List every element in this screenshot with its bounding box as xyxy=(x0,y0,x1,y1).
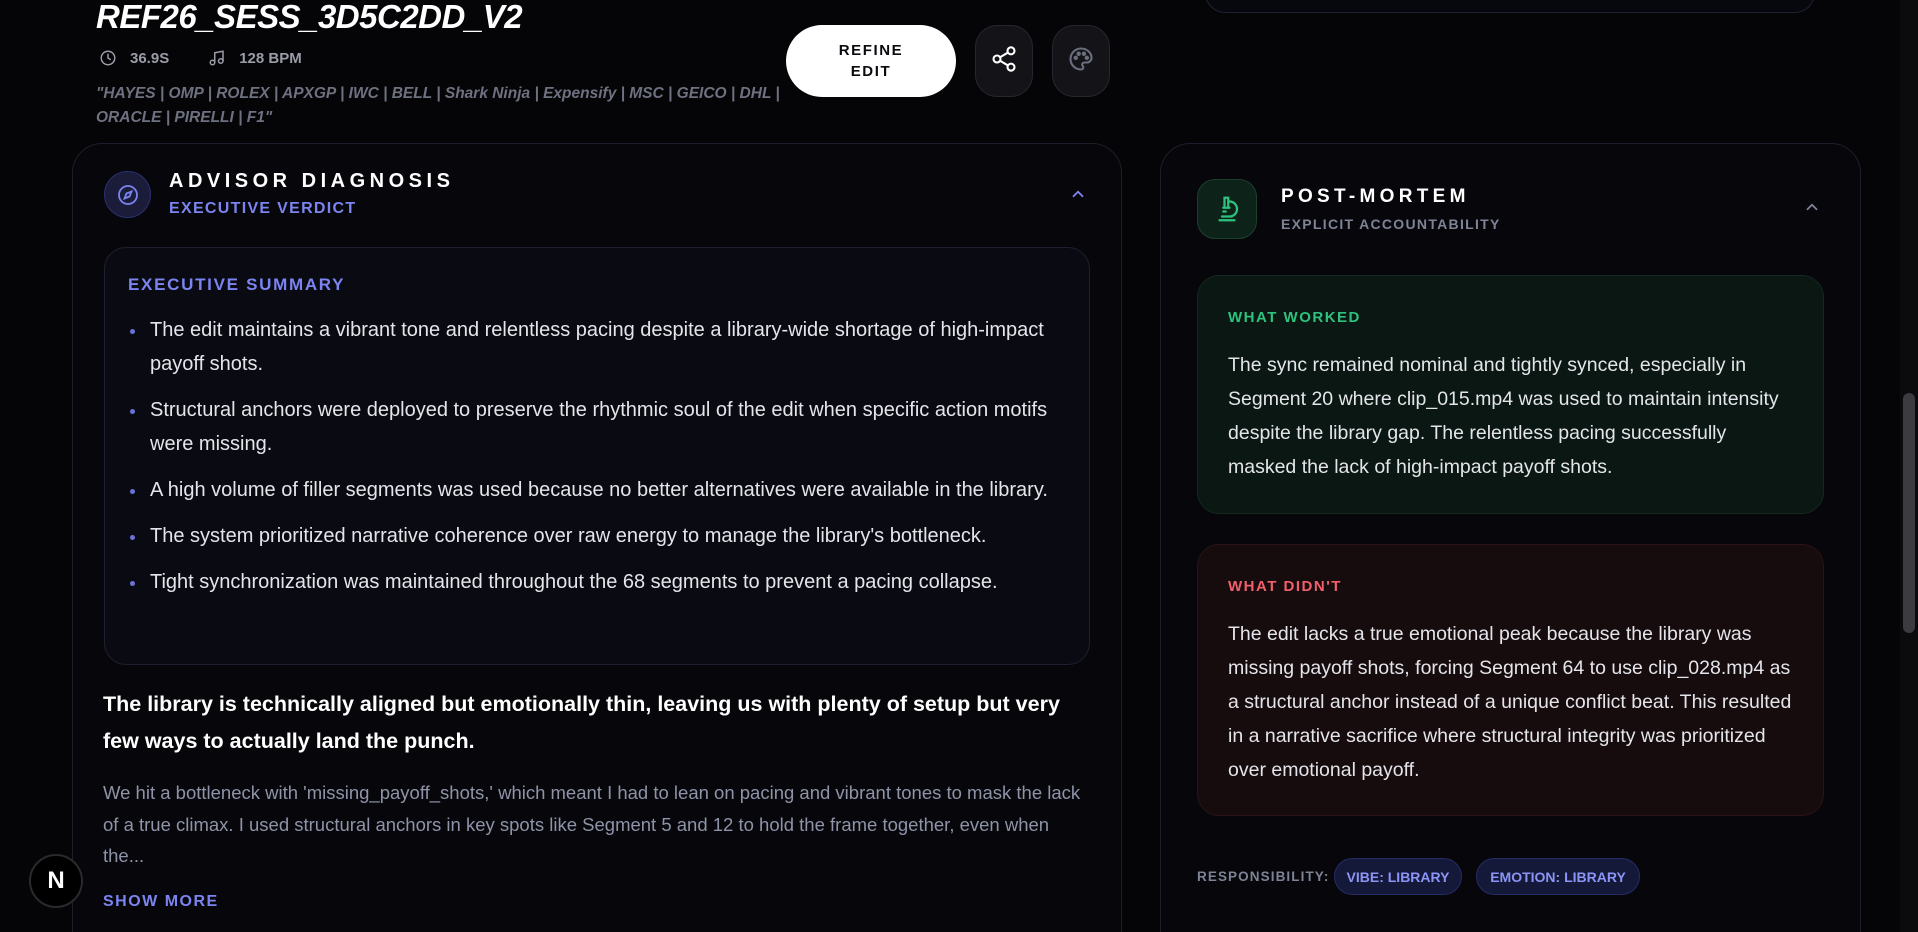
brand-tags: "HAYES | OMP | ROLEX | APXGP | IWC | BEL… xyxy=(96,85,780,126)
refine-edit-label: REFINE EDIT xyxy=(838,42,904,80)
diagnosis-body: We hit a bottleneck with 'missing_payoff… xyxy=(103,782,1081,866)
executive-summary-list: The edit maintains a vibrant tone and re… xyxy=(128,313,1053,611)
refine-edit-button[interactable]: REFINE EDIT xyxy=(786,25,956,97)
list-item: A high volume of filler segments was use… xyxy=(128,473,1053,507)
advisor-subtitle: EXECUTIVE VERDICT xyxy=(169,200,357,217)
diagnosis-headline: The library is technically aligned but e… xyxy=(103,692,1060,753)
list-item: The system prioritized narrative coheren… xyxy=(128,519,1053,553)
responsibility-label: RESPONSIBILITY: xyxy=(1197,869,1330,884)
list-item: Tight synchronization was maintained thr… xyxy=(128,565,1053,599)
session-meta: 36.9S 128 BPM xyxy=(98,48,328,68)
share-icon xyxy=(990,45,1018,78)
compass-icon xyxy=(104,171,151,218)
show-more-link[interactable]: SHOW MORE xyxy=(103,893,219,911)
microscope-icon xyxy=(1197,179,1257,239)
advisor-title: ADVISOR DIAGNOSIS xyxy=(169,170,455,192)
vibe-library-tag: VIBE: LIBRARY xyxy=(1334,858,1462,895)
emotion-library-tag: EMOTION: LIBRARY xyxy=(1476,858,1640,895)
scrollbar-thumb[interactable] xyxy=(1903,393,1915,633)
theme-button[interactable] xyxy=(1052,25,1110,97)
next-logo-button[interactable]: N xyxy=(29,854,83,908)
duration-group: 36.9S xyxy=(98,48,169,68)
list-item: The edit maintains a vibrant tone and re… xyxy=(128,313,1053,381)
bpm-group: 128 BPM xyxy=(207,48,302,68)
chevron-up-icon xyxy=(1069,185,1087,208)
what-worked-label: WHAT WORKED xyxy=(1228,309,1361,326)
bpm-value: 128 BPM xyxy=(239,49,302,67)
executive-summary-title: EXECUTIVE SUMMARY xyxy=(128,275,346,294)
post-mortem-title: POST-MORTEM xyxy=(1281,186,1470,207)
what-worked-text: The sync remained nominal and tightly sy… xyxy=(1228,354,1779,478)
chevron-up-icon xyxy=(1803,198,1821,221)
what-didnt-label: WHAT DIDN'T xyxy=(1228,578,1342,595)
duration-value: 36.9S xyxy=(130,49,170,67)
scrollbar[interactable] xyxy=(1900,0,1918,932)
post-mortem-subtitle: EXPLICIT ACCOUNTABILITY xyxy=(1281,216,1501,232)
what-didnt-text: The edit lacks a true emotional peak bec… xyxy=(1228,623,1792,781)
session-title: REF26_SESS_3D5C2DD_V2 xyxy=(96,0,523,35)
previous-card xyxy=(1205,0,1815,13)
palette-icon xyxy=(1067,45,1095,78)
collapse-postmortem-button[interactable] xyxy=(1800,197,1824,221)
music-note-icon xyxy=(207,48,227,68)
collapse-advisor-button[interactable] xyxy=(1066,184,1090,208)
share-button[interactable] xyxy=(975,25,1033,97)
page: REF26_SESS_3D5C2DD_V2 36.9S 128 BPM "HAY… xyxy=(0,0,1918,932)
clock-icon xyxy=(98,48,118,68)
list-item: Structural anchors were deployed to pres… xyxy=(128,393,1053,461)
